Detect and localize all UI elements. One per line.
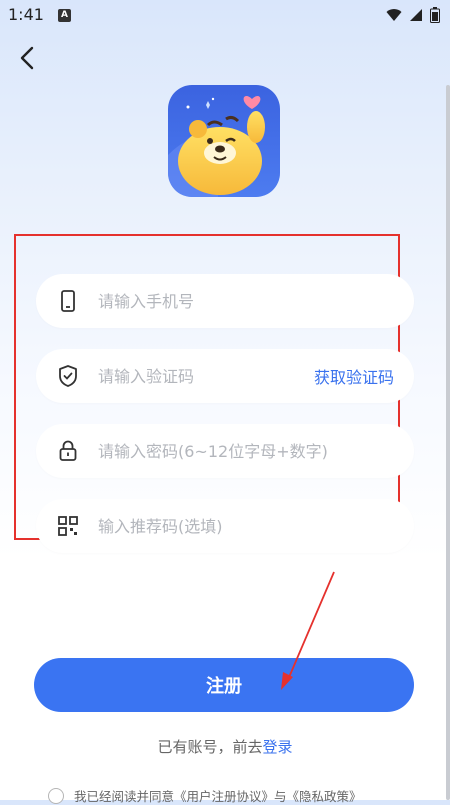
signal-icon [410, 9, 422, 21]
login-prompt-text: 已有账号，前去 [157, 738, 263, 756]
shield-icon [59, 365, 77, 387]
verification-code-input[interactable] [98, 349, 298, 403]
password-input[interactable] [98, 424, 388, 478]
system-icons [386, 7, 440, 23]
qr-code-icon [58, 516, 78, 536]
notification-icon: A [58, 9, 71, 22]
referral-code-input[interactable] [98, 499, 298, 553]
verification-code-field[interactable]: 获取验证码 [36, 349, 414, 403]
referral-code-field[interactable] [36, 499, 414, 553]
agreement-text: 我已经阅读并同意《用户注册协议》与《隐私政策》 [74, 789, 362, 804]
phone-icon [61, 290, 75, 312]
phone-field[interactable] [36, 274, 414, 328]
app-logo [168, 85, 280, 197]
lock-icon [59, 440, 77, 461]
scrollbar[interactable] [446, 85, 450, 800]
login-link[interactable]: 登录 [263, 738, 293, 756]
chevron-left-icon [20, 46, 34, 70]
password-field[interactable] [36, 424, 414, 478]
status-time: 1:41 [8, 5, 44, 24]
agreement-checkbox[interactable] [48, 788, 64, 804]
wifi-icon [386, 9, 402, 21]
back-button[interactable] [14, 44, 42, 72]
login-prompt: 已有账号，前去登录 [0, 736, 450, 757]
get-code-button[interactable]: 获取验证码 [314, 364, 394, 388]
register-button[interactable]: 注册 [34, 658, 414, 712]
battery-icon [430, 7, 440, 23]
phone-input[interactable] [98, 274, 298, 328]
status-bar: 1:41 A [0, 0, 450, 32]
